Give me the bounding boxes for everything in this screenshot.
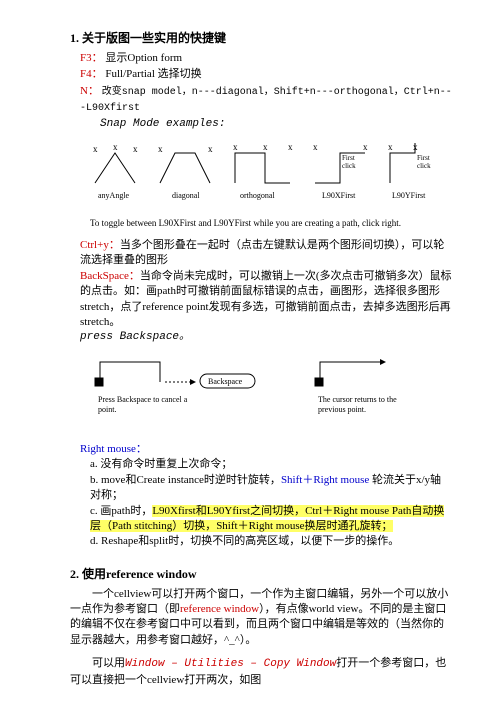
svg-text:x: x bbox=[93, 144, 98, 154]
section-1-title: 关于版图一些实用的快捷键 bbox=[82, 31, 226, 45]
svg-text:x: x bbox=[263, 142, 268, 152]
svg-text:x: x bbox=[233, 142, 238, 152]
svg-text:x: x bbox=[288, 142, 293, 152]
first-click-1: First bbox=[342, 154, 355, 162]
svg-text:point.: point. bbox=[98, 405, 116, 414]
svg-text:x: x bbox=[388, 142, 393, 152]
p2-1: 可以用 bbox=[92, 657, 125, 669]
ctrly-text: 当多个图形叠在一起时（点击左键默认是两个图形间切换），可以轮流选择重叠的图形 bbox=[80, 239, 444, 266]
svg-text:previous point.: previous point. bbox=[318, 405, 366, 414]
item-b-2: Shift＋Right mouse bbox=[281, 474, 369, 486]
item-c: c. 画path时，L90Xfirst和L90Yfirst之间切换，Ctrl＋R… bbox=[90, 504, 452, 535]
svg-text:x: x bbox=[313, 142, 318, 152]
f4-text: Full/Partial 选择切换 bbox=[105, 68, 201, 80]
svg-text:x: x bbox=[113, 142, 118, 152]
p1-2: reference window bbox=[180, 603, 259, 615]
backspace-key: BackSpace： bbox=[80, 270, 140, 282]
snap-examples-label: Snap Mode examples: bbox=[100, 117, 452, 132]
f3-key: F3： bbox=[80, 52, 103, 64]
snap-diagram: x x x x x x x x x x x x First click First click… bbox=[90, 138, 452, 213]
press-backspace: press Backspace。 bbox=[80, 330, 452, 345]
f3-text: 显示Option form bbox=[105, 52, 182, 64]
section-2-p1: 一个cellview可以打开两个窗口，一个作为主窗口编辑，另外一个可以放小一点作… bbox=[70, 587, 452, 649]
backspace-svg: Backspace Press Backspace to cancel a po… bbox=[90, 352, 430, 427]
ctrly-key: Ctrl+y： bbox=[80, 239, 120, 251]
snap-svg: x x x x x x x x x x x x First click First click… bbox=[90, 138, 440, 208]
backspace-line: BackSpace：当命令尚未完成时，可以撤销上一次(多次点击可撤销多次）鼠标的… bbox=[80, 269, 452, 331]
backspace-cap2: The cursor returns to the bbox=[318, 395, 397, 404]
svg-text:x: x bbox=[363, 142, 368, 152]
section-2-p2: 可以用Window – Utilities – Copy Window打开一个参… bbox=[70, 656, 452, 688]
label-anyangle: anyAngle bbox=[98, 191, 130, 200]
backspace-label: Backspace bbox=[208, 377, 243, 386]
label-l90y: L90YFirst bbox=[392, 191, 426, 200]
label-l90x: L90XFirst bbox=[322, 191, 356, 200]
section-2-heading: 2. 使用reference window bbox=[70, 566, 452, 583]
svg-text:x: x bbox=[158, 144, 163, 154]
first-click-2: First bbox=[417, 154, 430, 162]
item-b: b. move和Create instance时逆时针旋转，Shift＋Righ… bbox=[90, 473, 452, 504]
section-2: 2. 使用reference window 一个cellview可以打开两个窗口… bbox=[70, 566, 452, 688]
svg-text:x: x bbox=[208, 144, 213, 154]
toggle-caption: To toggle between L90XFirst and L90YFirs… bbox=[90, 217, 452, 230]
label-orthogonal: orthogonal bbox=[240, 191, 275, 200]
item-c-1: c. 画path时， bbox=[90, 505, 152, 517]
n-key: N： bbox=[80, 85, 99, 97]
item-b-1: b. move和Create instance时逆时针旋转， bbox=[90, 474, 281, 486]
f4-key: F4： bbox=[80, 68, 103, 80]
f4-line: F4： Full/Partial 选择切换 bbox=[80, 67, 452, 82]
rightmouse-key: Right mouse： bbox=[80, 442, 452, 457]
backspace-diagram: Backspace Press Backspace to cancel a po… bbox=[90, 352, 452, 432]
label-diagonal: diagonal bbox=[172, 191, 200, 200]
p2-2: Window – Utilities – Copy Window bbox=[125, 658, 336, 670]
svg-text:x: x bbox=[133, 144, 138, 154]
section-1-number: 1. bbox=[70, 31, 79, 45]
svg-text:x: x bbox=[413, 142, 418, 152]
section-1-heading: 1. 关于版图一些实用的快捷键 bbox=[70, 30, 452, 47]
section-1: 1. 关于版图一些实用的快捷键 F3： 显示Option form F4： Fu… bbox=[70, 30, 452, 550]
item-a: a. 没有命令时重复上次命令； bbox=[90, 457, 452, 472]
backspace-cap1: Press Backspace to cancel a bbox=[98, 395, 188, 404]
section-2-title: 使用reference window bbox=[82, 567, 197, 581]
section-2-number: 2. bbox=[70, 567, 79, 581]
n-line: N： 改变snap model，n---diagonal，Shift+n---o… bbox=[80, 84, 452, 116]
svg-text:click: click bbox=[342, 162, 356, 170]
item-d: d. Reshape和split时，切换不同的高亮区域，以便下一步的操作。 bbox=[90, 534, 452, 549]
svg-text:click: click bbox=[417, 162, 431, 170]
f3-line: F3： 显示Option form bbox=[80, 51, 452, 66]
ctrly-line: Ctrl+y：当多个图形叠在一起时（点击左键默认是两个图形间切换），可以轮流选择… bbox=[80, 238, 452, 269]
n-text: 改变snap model，n---diagonal，Shift+n---orth… bbox=[80, 87, 452, 114]
